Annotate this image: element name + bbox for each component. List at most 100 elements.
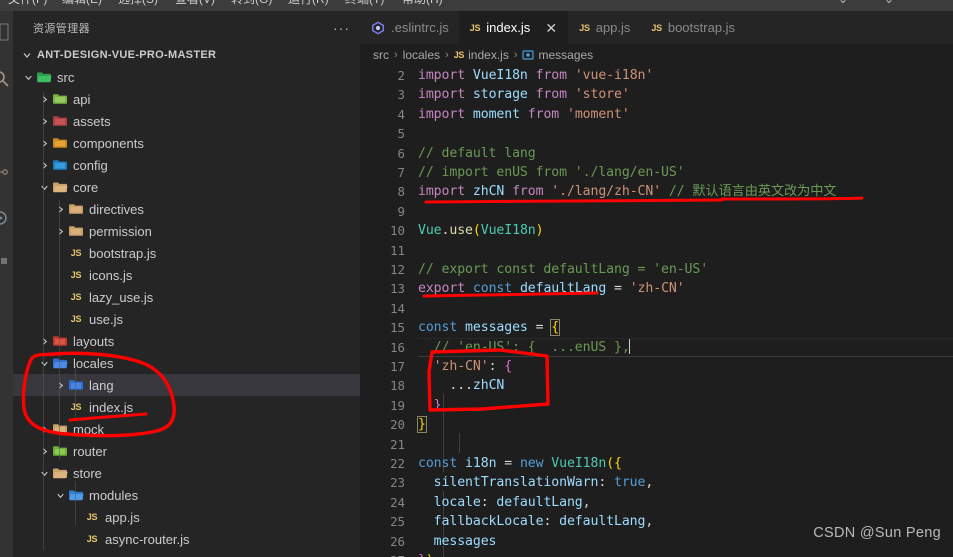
code-line[interactable]: 4 import moment from 'moment' (360, 105, 953, 124)
tree-item-mock[interactable]: mock (13, 418, 360, 440)
window-control-close[interactable]: ⌃ (930, 0, 940, 7)
menu-item-edit[interactable]: 编辑(E) (62, 0, 102, 7)
code-line[interactable]: 19 } (360, 396, 953, 415)
tree-item-locales[interactable]: locales (13, 352, 360, 374)
editor-tab-app-js[interactable]: JS app.js (568, 11, 640, 44)
code-line-content: import VueI18n from 'vue-i18n' (418, 68, 654, 83)
explorer-icon[interactable] (0, 21, 12, 43)
tree-item-label: api (73, 91, 91, 107)
menu-item-terminal[interactable]: 终端(T) (345, 0, 384, 7)
code-line[interactable]: 17 'zh-CN': { (360, 357, 953, 376)
code-editor[interactable]: 2 import VueI18n from 'vue-i18n' 3 import s… (360, 66, 953, 557)
menu-item-file[interactable]: 文件(F) (8, 0, 47, 7)
tree-item-router[interactable]: router (13, 440, 360, 462)
line-number: 15 (390, 320, 405, 336)
tree-item-label: core (73, 179, 99, 195)
code-line[interactable]: 20} (360, 415, 953, 434)
window-control-maximize[interactable]: ⌄ (884, 0, 894, 7)
code-line[interactable]: 5 (360, 124, 953, 143)
menu-item-view[interactable]: 查看(V) (175, 0, 215, 7)
tree-item-api[interactable]: api (13, 88, 360, 110)
line-number: 4 (397, 106, 405, 122)
tree-item-icons-js[interactable]: JS icons.js (13, 264, 360, 286)
code-line[interactable]: 21 (360, 435, 953, 454)
breadcrumb-separator: › (513, 49, 518, 61)
tree-item-core[interactable]: core (13, 176, 360, 198)
chevron-right-icon (53, 380, 67, 391)
line-number: 14 (390, 300, 405, 316)
tree-item-components[interactable]: components (13, 132, 360, 154)
editor-tab-label: .eslintrc.js (391, 20, 449, 35)
code-line[interactable]: 11 (360, 241, 953, 260)
chevron-right-icon (37, 94, 51, 105)
js-file-icon: JS (70, 314, 82, 324)
code-line[interactable]: 12 // export const defaultLang = 'en-US' (360, 260, 953, 279)
tree-item-src[interactable]: src (13, 66, 360, 88)
extensions-icon[interactable] (0, 255, 12, 277)
search-icon[interactable] (0, 68, 12, 90)
chevron-down-icon (21, 72, 35, 83)
code-line[interactable]: 16 // 'en-US': { ...enUS }, (360, 337, 953, 358)
close-icon[interactable]: ✕ (544, 21, 558, 35)
tree-item-config[interactable]: config (13, 154, 360, 176)
line-number: 25 (390, 514, 405, 530)
breadcrumb-separator: › (394, 49, 398, 61)
tree-item-lazy-use-js[interactable]: JS lazy_use.js (13, 286, 360, 308)
code-line[interactable]: 13 export const defaultLang = 'zh-CN' (360, 279, 953, 298)
code-line[interactable]: 18 ...zhCN (360, 376, 953, 395)
run-debug-icon[interactable] (0, 208, 12, 230)
tree-item-store[interactable]: store (13, 462, 360, 484)
line-number: 19 (390, 397, 405, 413)
code-line[interactable]: 10 Vue.use(VueI18n) (360, 221, 953, 240)
editor-tab--eslintrc-js[interactable]: .eslintrc.js (360, 11, 459, 44)
menu-item-select[interactable]: 选择(S) (118, 0, 158, 7)
line-number: 3 (397, 87, 405, 103)
code-line[interactable]: 27}) (360, 551, 953, 557)
breadcrumb-item-src[interactable]: src (373, 48, 389, 62)
tree-item-permission[interactable]: permission (13, 220, 360, 242)
menu-item-help[interactable]: 帮助(H) (402, 0, 443, 7)
code-line-content: import storage from 'store' (418, 87, 630, 103)
tree-item-lang[interactable]: lang (13, 374, 360, 396)
tree-item-assets[interactable]: assets (13, 110, 360, 132)
editor-tab-bootstrap-js[interactable]: JS bootstrap.js (640, 11, 745, 44)
code-line[interactable]: 15 const messages = { (360, 318, 953, 337)
code-line[interactable]: 2 import VueI18n from 'vue-i18n' (360, 66, 953, 85)
symbol-variable-icon (522, 49, 535, 61)
code-line[interactable]: 24 locale: defaultLang, (360, 493, 953, 512)
breadcrumb-item-messages[interactable]: messages (522, 48, 593, 62)
editor-tab-index-js[interactable]: JS index.js ✕ (458, 11, 569, 44)
editor-tab-bar: .eslintrc.js JS index.js ✕ JS app.js JS bootstr… (360, 11, 953, 44)
code-line[interactable]: 7 // import enUS from './lang/en-US' (360, 163, 953, 182)
more-actions-icon[interactable]: ··· (333, 21, 350, 35)
tree-item-index-js[interactable]: JS index.js (13, 396, 360, 418)
root-folder-row[interactable]: ANT-DESIGN-VUE-PRO-MASTER (13, 44, 360, 66)
tree-item-directives[interactable]: directives (13, 198, 360, 220)
code-line[interactable]: 3 import storage from 'store' (360, 85, 953, 104)
tree-item-modules[interactable]: modules (13, 484, 360, 506)
line-number: 6 (397, 145, 405, 161)
source-control-icon[interactable] (0, 163, 12, 185)
code-line[interactable]: 14 (360, 299, 953, 318)
tree-item-app-js[interactable]: JS app.js (13, 506, 360, 528)
menu-item-run[interactable]: 运行(R) (288, 0, 329, 7)
tree-item-bootstrap-js[interactable]: JS bootstrap.js (13, 242, 360, 264)
tree-indent-guide (59, 200, 60, 460)
breadcrumb-item-locales[interactable]: locales (403, 48, 440, 62)
editor-tab-label: app.js (595, 20, 631, 35)
folder-core-icon (51, 179, 69, 195)
menu-item-goto[interactable]: 转到(G) (231, 0, 272, 7)
code-line[interactable]: 6 // default lang (360, 144, 953, 163)
chevron-down-icon (37, 182, 51, 193)
tree-item-layouts[interactable]: layouts (13, 330, 360, 352)
window-control-minimize[interactable]: ⌄ (838, 0, 848, 7)
code-line[interactable]: 8 import zhCN from './lang/zh-CN' // 默认语言… (360, 182, 953, 201)
tree-item-use-js[interactable]: JS use.js (13, 308, 360, 330)
code-line[interactable]: 22 const i18n = new VueI18n({ (360, 454, 953, 473)
explorer-sidebar: 资源管理器 ··· ANT-DESIGN-VUE-PRO-MASTER src a… (13, 11, 360, 557)
breadcrumb-item-index-js[interactable]: JS index.js (454, 48, 509, 62)
code-line[interactable]: 9 (360, 202, 953, 221)
code-line[interactable]: 23 silentTranslationWarn: true, (360, 473, 953, 492)
code-line-content: }) (418, 551, 434, 557)
tree-item-async-router-js[interactable]: JS async-router.js (13, 528, 360, 550)
